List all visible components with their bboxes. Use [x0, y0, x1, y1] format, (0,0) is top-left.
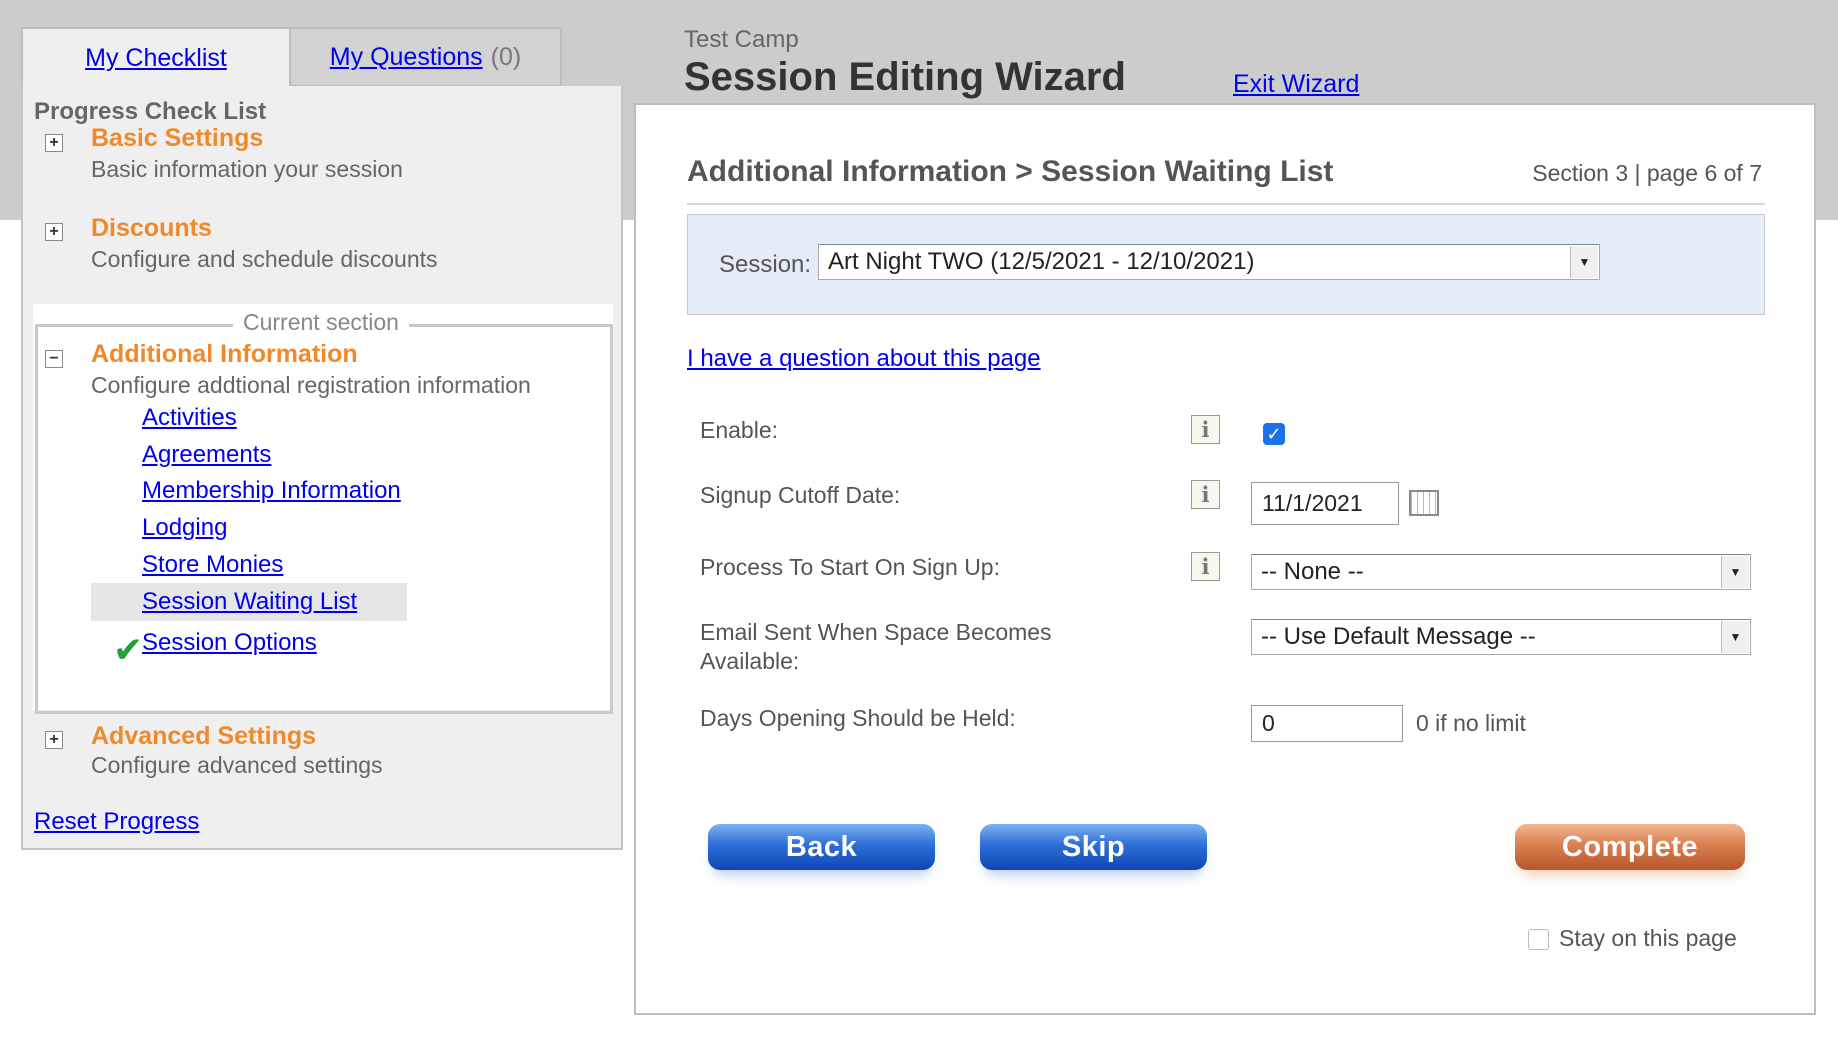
checklist-tabs: My Checklist My Questions (0): [21, 27, 562, 87]
subitem-store-monies[interactable]: Store Monies: [142, 551, 283, 579]
subitem-session-options[interactable]: Session Options: [142, 629, 317, 657]
subitem-session-waiting-list[interactable]: Session Waiting List: [142, 588, 357, 616]
tab-my-checklist[interactable]: My Checklist: [21, 27, 291, 87]
tab-my-questions[interactable]: My Questions (0): [291, 27, 562, 87]
process-start-label: Process To Start On Sign Up:: [700, 554, 1000, 580]
section-page-indicator: Section 3 | page 6 of 7: [1532, 160, 1762, 186]
question-about-page-link[interactable]: I have a question about this page: [687, 345, 1041, 373]
enable-label: Enable:: [700, 417, 779, 443]
expand-basic-settings-icon[interactable]: +: [45, 134, 63, 152]
calendar-icon[interactable]: [1409, 490, 1439, 516]
subitem-membership-information[interactable]: Membership Information: [142, 477, 401, 505]
chevron-down-icon[interactable]: ▼: [1721, 556, 1749, 588]
days-held-hint: 0 if no limit: [1416, 710, 1526, 736]
current-section-label: Current section: [233, 309, 409, 336]
session-label: Session:: [719, 251, 812, 278]
step-additional-information-desc: Configure addtional registration informa…: [91, 372, 531, 398]
reset-progress-link[interactable]: Reset Progress: [34, 808, 199, 836]
email-available-label: Email Sent When Space Becomes Available:: [700, 619, 1052, 674]
session-selector-box: Session: Art Night TWO (12/5/2021 - 12/1…: [687, 214, 1765, 315]
collapse-additional-information-icon[interactable]: −: [45, 350, 63, 368]
signup-cutoff-date-input[interactable]: 11/1/2021: [1251, 482, 1399, 525]
signup-cutoff-label: Signup Cutoff Date:: [700, 482, 901, 508]
page-title: Session Editing Wizard: [684, 55, 1126, 99]
subitem-lodging[interactable]: Lodging: [142, 514, 227, 542]
section-divider: [687, 203, 1765, 205]
chevron-down-icon[interactable]: ▼: [1570, 246, 1598, 278]
questions-count: (0): [490, 42, 522, 71]
step-additional-information-title: Additional Information: [91, 340, 358, 368]
completed-check-icon: ✔: [113, 629, 144, 670]
days-held-label: Days Opening Should be Held:: [700, 705, 1016, 731]
back-button[interactable]: Back: [708, 824, 935, 870]
step-basic-settings-desc: Basic information your session: [91, 156, 403, 182]
process-start-select-value: -- None --: [1261, 558, 1364, 585]
process-start-select[interactable]: -- None -- ▼: [1251, 554, 1751, 590]
skip-button[interactable]: Skip: [980, 824, 1207, 870]
step-discounts-title: Discounts: [91, 214, 212, 242]
subitem-agreements[interactable]: Agreements: [142, 441, 271, 469]
stay-on-page-label: Stay on this page: [1559, 925, 1737, 951]
stay-on-page-checkbox[interactable]: [1528, 929, 1549, 950]
complete-button[interactable]: Complete: [1515, 824, 1745, 870]
section-breadcrumb-title: Additional Information > Session Waiting…: [687, 155, 1334, 188]
tab-my-questions-label[interactable]: My Questions: [330, 43, 483, 72]
session-select[interactable]: Art Night TWO (12/5/2021 - 12/10/2021) ▼: [818, 244, 1600, 280]
session-select-value: Art Night TWO (12/5/2021 - 12/10/2021): [828, 248, 1255, 275]
signup-cutoff-info-icon[interactable]: i: [1191, 480, 1220, 509]
email-available-select-value: -- Use Default Message --: [1261, 623, 1536, 650]
process-start-info-icon[interactable]: i: [1191, 552, 1220, 581]
step-discounts-desc: Configure and schedule discounts: [91, 246, 438, 272]
email-available-select[interactable]: -- Use Default Message -- ▼: [1251, 619, 1751, 655]
days-held-input[interactable]: 0: [1251, 705, 1403, 742]
exit-wizard-link[interactable]: Exit Wizard: [1233, 70, 1359, 99]
step-advanced-settings-desc: Configure advanced settings: [91, 752, 383, 778]
camp-name: Test Camp: [684, 26, 799, 53]
step-advanced-settings-title: Advanced Settings: [91, 722, 317, 750]
progress-checklist-title: Progress Check List: [34, 98, 267, 125]
expand-discounts-icon[interactable]: +: [45, 223, 63, 241]
step-basic-settings-title: Basic Settings: [91, 124, 264, 152]
progress-checklist-panel: Progress Check List + Basic Settings Bas…: [21, 86, 623, 850]
enable-info-icon[interactable]: i: [1191, 415, 1220, 444]
enable-checkbox[interactable]: ✓: [1263, 423, 1285, 445]
tab-my-checklist-label[interactable]: My Checklist: [85, 44, 227, 73]
chevron-down-icon[interactable]: ▼: [1721, 621, 1749, 653]
subitem-activities[interactable]: Activities: [142, 404, 237, 432]
wizard-main-panel: Additional Information > Session Waiting…: [634, 103, 1816, 1015]
expand-advanced-settings-icon[interactable]: +: [45, 731, 63, 749]
